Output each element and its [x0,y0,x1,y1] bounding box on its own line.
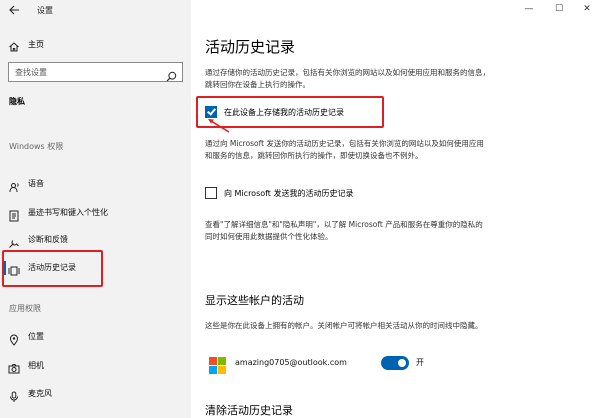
maximize-button[interactable]: ☐ [552,4,566,14]
sidebar-item-label: 墨迹书写和键入个性化 [28,208,108,217]
microsoft-logo-icon [209,357,227,375]
sidebar-item-speech[interactable]: 语音 [0,174,191,194]
clear-history-heading: 清除活动历史记录 [205,404,293,417]
send-activity-checkbox[interactable] [205,187,217,199]
diagnostics-icon [8,234,20,248]
accounts-heading: 显示这些帐户的活动 [205,294,304,307]
account-toggle[interactable] [381,356,409,370]
minimize-button[interactable]: — [522,4,536,14]
speech-icon [8,178,20,193]
sidebar-item-label: 语音 [28,179,44,188]
sidebar-item-label: 麦克风 [28,389,52,398]
camera-icon [8,360,20,374]
sidebar-item-camera[interactable]: 相机 [0,356,191,376]
windows-permissions-heading: Windows 权限 [9,142,64,151]
sidebar-item-label: 诊断和反馈 [28,235,68,244]
privacy-heading: 隐私 [9,97,25,106]
page-title: 活动历史记录 [205,38,296,56]
pen-icon [8,207,20,222]
close-button[interactable]: ✕ [580,4,594,14]
sidebar-item-home[interactable]: 主页 [0,35,191,55]
main-content: — ☐ ✕ 活动历史记录 通过存储你的活动历史记录，包括有关你浏览的网站以及如何… [191,0,600,418]
pointer-arrow-icon [208,119,230,133]
search-placeholder: 查找设置 [15,68,47,77]
app-title: 设置 [37,6,53,15]
sidebar-item-label: 相机 [28,361,44,370]
sidebar-item-diagnostics[interactable]: 诊断和反馈 [0,230,191,250]
sidebar-item-location[interactable]: 位置 [0,327,191,347]
titlebar-left: 设置 [0,0,191,24]
send-activity-description: 通过向 Microsoft 发送你的活动历史记录，包括有关你浏览的网站以及如何使… [205,139,484,160]
sidebar: 设置 主页 查找设置 隐私 Windows 权限 语音 墨迹书写和键入个性化 诊… [0,0,191,418]
toggle-state-label: 开 [416,358,424,367]
sidebar-item-inking-typing[interactable]: 墨迹书写和键入个性化 [0,203,191,223]
app-permissions-heading: 应用权限 [9,304,41,313]
accounts-description: 这些是你在此设备上拥有的帐户。关闭帐户可将帐户相关活动从你的时间线中隐藏。 [205,321,483,330]
sidebar-item-label: 位置 [28,332,44,341]
send-activity-label: 向 Microsoft 发送我的活动历史记录 [224,189,354,198]
microphone-icon [8,388,20,402]
highlight-box-sidebar [2,250,103,287]
toggle-knob [398,359,406,367]
home-icon [8,38,20,52]
location-icon [8,331,20,346]
watermark-logo [478,368,596,416]
search-icon[interactable] [166,67,177,82]
account-email: amazing0705@outlook.com [235,358,347,367]
home-label: 主页 [28,40,44,49]
sidebar-item-microphone[interactable]: 麦克风 [0,384,191,404]
back-arrow-icon[interactable] [6,4,22,20]
search-input[interactable]: 查找设置 [8,62,183,82]
activity-description: 通过存储你的活动历史记录，包括有关你浏览的网站以及如何使用应用和服务的信息，跳转… [205,68,490,89]
privacy-description: 查看"了解详细信息"和"隐私声明"，以了解 Microsoft 产品和服务在尊重… [205,220,483,241]
account-row: amazing0705@outlook.com 开 [205,355,465,375]
